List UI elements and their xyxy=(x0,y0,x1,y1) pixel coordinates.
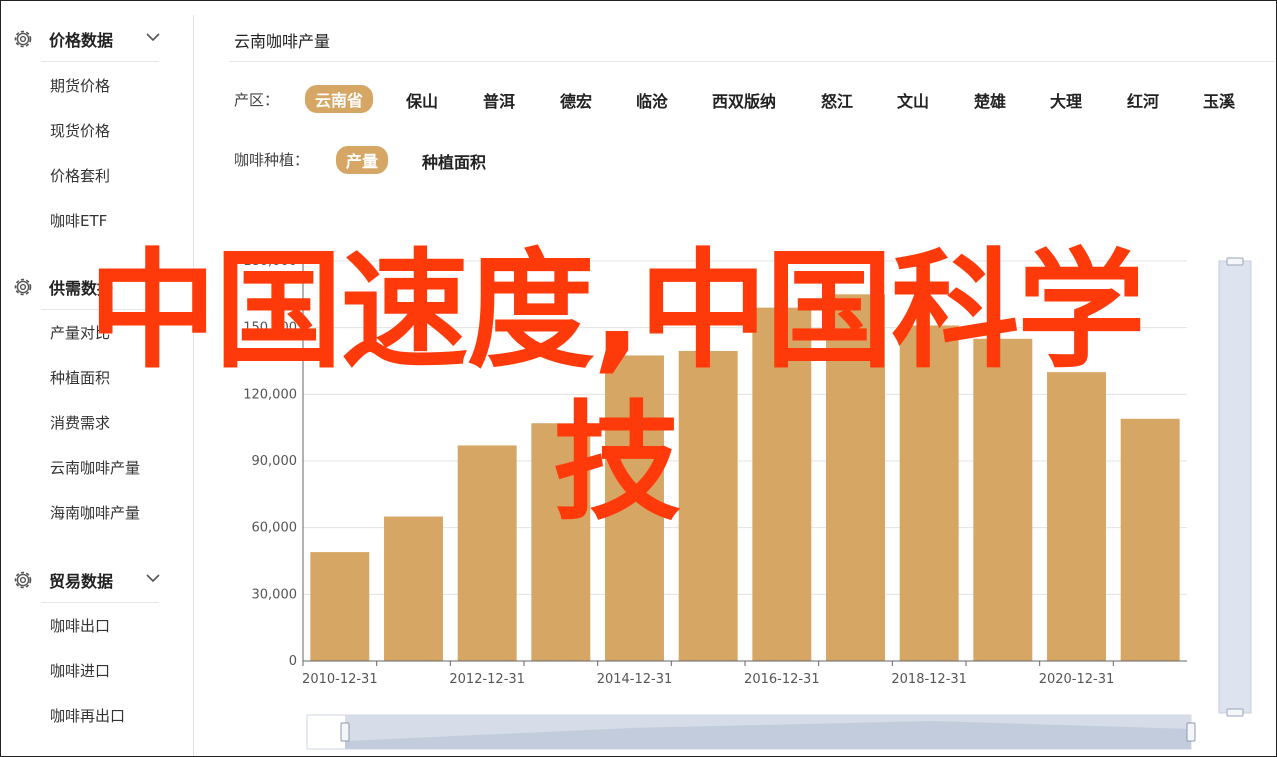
x-tick-label: 2016-12-31 xyxy=(744,672,820,687)
x-tick-label: 2018-12-31 xyxy=(891,672,967,687)
gear-icon xyxy=(14,278,32,296)
y-tick-label: 30,000 xyxy=(252,587,298,602)
sidebar-item-spot-price[interactable]: 现货价格 xyxy=(50,120,110,141)
sidebar-section-trade[interactable]: 贸易数据 xyxy=(9,558,161,602)
chart-bar[interactable] xyxy=(310,552,370,661)
vertical-zoom-handle-bottom[interactable] xyxy=(1226,708,1244,717)
region-option-wenshan[interactable]: 文山 xyxy=(897,88,929,112)
chevron-down-icon xyxy=(146,33,160,42)
sidebar-item-coffee-import[interactable]: 咖啡进口 xyxy=(50,660,110,681)
sidebar-item-futures-price[interactable]: 期货价格 xyxy=(50,75,110,96)
app-window: 价格数据 期货价格 现货价格 价格套利 咖啡ETF 供需数据 产量对比 种植面积… xyxy=(0,0,1277,757)
y-tick-label: 0 xyxy=(289,654,297,669)
plant-label: 咖啡种植： xyxy=(234,151,310,169)
x-tick-label: 2020-12-31 xyxy=(1039,672,1115,687)
region-option-dali[interactable]: 大理 xyxy=(1050,88,1082,112)
plant-option-area[interactable]: 种植面积 xyxy=(422,149,486,173)
region-option-dehong[interactable]: 德宏 xyxy=(560,88,592,112)
sidebar-section-title: 贸易数据 xyxy=(49,572,114,591)
x-tick-label: 2010-12-31 xyxy=(302,672,378,687)
vertical-zoom-handle-top[interactable] xyxy=(1226,257,1244,266)
sidebar-item-arbitrage[interactable]: 价格套利 xyxy=(50,165,110,186)
header-divider xyxy=(229,61,1275,62)
overlay-headline: 中国速度,中国科学技 xyxy=(88,237,1146,538)
horizontal-zoom-handle-right[interactable] xyxy=(1186,722,1196,742)
sidebar-item-coffee-reexport[interactable]: 咖啡再出口 xyxy=(50,705,125,726)
region-option-lincang[interactable]: 临沧 xyxy=(636,88,668,112)
region-option-yuxi[interactable]: 玉溪 xyxy=(1203,88,1235,112)
region-option-honghe[interactable]: 红河 xyxy=(1127,88,1159,112)
sidebar-item-coffee-export[interactable]: 咖啡出口 xyxy=(50,615,110,636)
sidebar-section-price[interactable]: 价格数据 xyxy=(9,17,161,61)
region-option-nujiang[interactable]: 怒江 xyxy=(821,88,853,112)
gear-icon xyxy=(14,30,32,48)
region-option-puer[interactable]: 普洱 xyxy=(483,88,515,112)
vertical-zoom-slider[interactable] xyxy=(1218,260,1252,714)
region-option-xishuangbanna[interactable]: 西双版纳 xyxy=(712,88,776,112)
region-label: 产区： xyxy=(234,91,280,109)
x-tick-label: 2012-12-31 xyxy=(449,672,525,687)
plant-option-production[interactable]: 产量 xyxy=(336,146,389,174)
region-option-yunnan[interactable]: 云南省 xyxy=(305,85,374,113)
page-title: 云南咖啡产量 xyxy=(234,32,331,51)
chevron-down-icon xyxy=(146,574,160,583)
gear-icon xyxy=(14,571,32,589)
horizontal-zoom-handle-left[interactable] xyxy=(340,722,350,742)
sidebar-section-title: 价格数据 xyxy=(49,31,114,50)
region-option-chuxiong[interactable]: 楚雄 xyxy=(974,88,1006,112)
sidebar-item-coffee-etf[interactable]: 咖啡ETF xyxy=(50,210,107,231)
region-option-baoshan[interactable]: 保山 xyxy=(406,88,438,112)
x-tick-label: 2014-12-31 xyxy=(597,672,673,687)
